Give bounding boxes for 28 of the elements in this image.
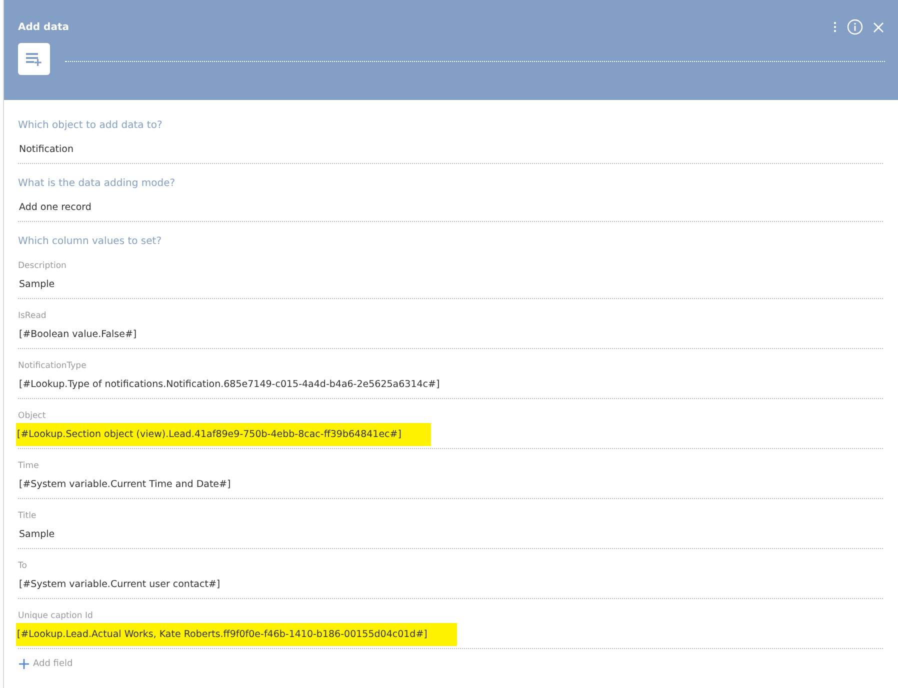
field-label: Object <box>18 411 47 423</box>
close-icon[interactable] <box>873 22 884 32</box>
field-label: IsRead <box>18 311 48 323</box>
question-label: Which object to add data to? <box>18 120 164 133</box>
window-title: Add data <box>18 22 69 32</box>
field-label: Unique caption Id <box>18 611 94 623</box>
section-heading: Which column values to set? <box>18 236 163 249</box>
field-label: NotificationType <box>18 361 88 373</box>
value-field[interactable]: [#System variable.Current Time and Date#] <box>18 479 883 499</box>
question-label: What is the data adding mode? <box>18 178 176 191</box>
field-label: Time <box>18 461 40 473</box>
answer-field[interactable]: Add one record <box>18 202 883 222</box>
value-field[interactable]: [#Lookup.Type of notifications.Notification.685e7149-c015-4a4d-b4a6-2e5625a6314c#] <box>18 379 883 399</box>
list-plus-icon <box>26 52 42 66</box>
value-field[interactable]: Sample <box>18 529 883 549</box>
plus-icon <box>19 659 29 669</box>
field-label: Title <box>18 511 38 523</box>
value-field[interactable]: [#Lookup.Section object (view).Lead.41af89e9-750b-4ebb-8cac-ff39b64841ec#] <box>16 423 432 446</box>
more-icon[interactable] <box>833 21 837 33</box>
value-field[interactable]: [#System variable.Current user contact#] <box>18 579 883 599</box>
field-label: To <box>18 561 28 573</box>
value-field[interactable]: [#Lookup.Lead.Actual Works, Kate Roberts.ff9f0f0e-f46b-1410-b186-00155d04c01d#] <box>16 623 458 646</box>
value-field[interactable]: Sample <box>18 279 883 299</box>
value-field[interactable]: [#Boolean value.False#] <box>18 329 883 349</box>
answer-field[interactable]: Notification <box>18 144 883 164</box>
field-label: Description <box>18 261 68 273</box>
info-icon[interactable] <box>847 19 863 35</box>
add-record-button[interactable] <box>18 43 50 75</box>
